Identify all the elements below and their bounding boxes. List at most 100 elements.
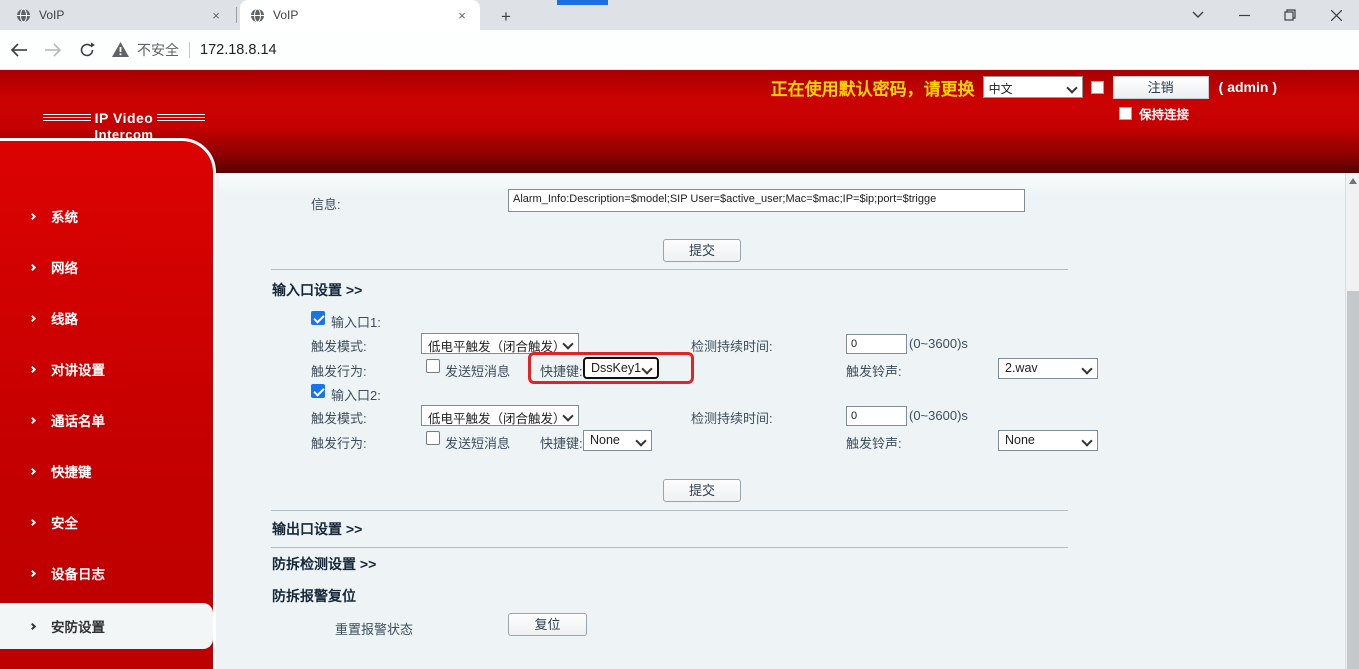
trigger-mode-label-1: 触发模式: — [311, 336, 367, 355]
keep-alive-row: 保持连接 — [1119, 104, 1189, 123]
globe-favicon-icon — [16, 8, 31, 23]
trigger-mode-select-1[interactable]: 低电平触发（闭合触发） — [421, 333, 579, 354]
keep-alive-checkbox[interactable] — [1119, 107, 1132, 120]
forward-icon[interactable] — [38, 35, 68, 65]
send-sms-checkbox-1[interactable] — [426, 359, 440, 373]
sidebar-item-call-list[interactable]: 通话名单 — [0, 405, 213, 435]
sidebar-item-label: 设备日志 — [51, 563, 105, 583]
duration-range-1: (0~3600)s — [909, 336, 968, 351]
tab-separator — [236, 7, 237, 23]
sidebar-item-label: 安全 — [51, 512, 78, 532]
chevron-right-icon — [29, 518, 36, 525]
trigger-behavior-label-2: 触发行为: — [311, 433, 367, 452]
sidebar-item-label: 线路 — [51, 308, 78, 328]
security-label[interactable]: 不安全 — [137, 40, 179, 60]
reset-button[interactable]: 复位 — [508, 613, 587, 636]
minimize-button[interactable] — [1221, 0, 1267, 30]
window-dropdown-icon[interactable] — [1175, 0, 1221, 30]
trigger-behavior-label-1: 触发行为: — [311, 361, 367, 380]
section-divider — [271, 510, 1068, 511]
globe-favicon-icon — [250, 8, 265, 23]
new-tab-button[interactable]: + — [494, 5, 518, 29]
duration-range-2: (0~3600)s — [909, 408, 968, 423]
input-port1-label: 输入口1: — [331, 312, 381, 331]
reload-icon[interactable] — [72, 35, 102, 65]
not-secure-warning-icon[interactable] — [112, 42, 129, 57]
sidebar-item-label: 快捷键 — [51, 461, 92, 481]
sidebar-item-security-settings[interactable]: 安防设置 — [0, 603, 213, 649]
window-controls — [1175, 0, 1359, 30]
logo-text-line1: IP Video — [95, 110, 154, 126]
language-select[interactable]: 中文 — [983, 76, 1083, 98]
section-divider — [271, 269, 1068, 270]
logo-text-line2: Intercom — [34, 127, 214, 142]
sidebar-item-line[interactable]: 线路 — [0, 303, 213, 333]
input-port1-checkbox[interactable] — [311, 311, 325, 325]
page-scrollbar[interactable] — [1345, 173, 1359, 669]
hotkey-select-2[interactable]: None — [583, 430, 652, 451]
sidebar-item-label: 系统 — [51, 206, 78, 226]
duration-input-1[interactable]: 0 — [846, 334, 907, 354]
tab-strip: VoIP × VoIP × + — [0, 0, 1359, 30]
duration-input-2[interactable]: 0 — [846, 406, 907, 426]
trigger-mode-select-2[interactable]: 低电平触发（闭合触发） — [421, 405, 579, 426]
header-warning-row: 正在使用默认密码，请更换 中文 注销 ( admin ) — [771, 75, 1277, 99]
duration-label-1: 检测持续时间: — [691, 336, 773, 355]
brand-logo: IP Video Intercom — [34, 110, 214, 142]
main-content: 信息: Alarm_Info:Description=$model;SIP Us… — [219, 173, 1345, 669]
hotkey-label-2: 快捷键: — [540, 433, 583, 452]
tab-title: VoIP — [39, 8, 208, 22]
sidebar-item-system[interactable]: 系统 — [0, 201, 213, 231]
tab-close-icon[interactable]: × — [454, 7, 470, 23]
logo-deco-lines — [43, 114, 91, 122]
restore-button[interactable] — [1267, 0, 1313, 30]
close-window-button[interactable] — [1313, 0, 1359, 30]
tab-close-icon[interactable]: × — [208, 7, 224, 23]
sidebar-item-network[interactable]: 网络 — [0, 252, 213, 282]
address-bar[interactable]: 不安全 172.18.8.14 — [112, 36, 277, 64]
chevron-right-icon — [29, 365, 36, 372]
scrollbar-up-arrow-icon[interactable] — [1349, 178, 1357, 184]
sidebar-item-label: 安防设置 — [51, 616, 105, 636]
send-sms-label-2: 发送短消息 — [445, 433, 510, 452]
sidebar-item-function-key[interactable]: 快捷键 — [0, 456, 213, 486]
output-port-section-title[interactable]: 输出口设置 >> — [272, 519, 362, 539]
admin-label: ( admin ) — [1219, 79, 1277, 95]
keep-alive-label: 保持连接 — [1139, 104, 1189, 123]
send-sms-checkbox-2[interactable] — [426, 431, 440, 445]
browser-toolbar: 不安全 172.18.8.14 — [0, 30, 1359, 70]
ring-label-1: 触发铃声: — [846, 361, 902, 380]
sidebar-item-label: 网络 — [51, 257, 78, 277]
submit-button-1[interactable]: 提交 — [663, 239, 741, 262]
tab-voip-2[interactable]: VoIP × — [240, 0, 480, 30]
submit-button-2[interactable]: 提交 — [663, 479, 741, 502]
sidebar-item-security[interactable]: 安全 — [0, 507, 213, 537]
section-divider — [271, 547, 1068, 548]
logout-button[interactable]: 注销 — [1113, 76, 1209, 99]
sidebar-item-device-log[interactable]: 设备日志 — [0, 558, 213, 588]
header-checkbox[interactable] — [1091, 81, 1104, 94]
url-text[interactable]: 172.18.8.14 — [200, 42, 277, 58]
reset-alarm-status-label: 重置报警状态 — [335, 619, 413, 638]
alarm-info-input[interactable]: Alarm_Info:Description=$model;SIP User=$… — [508, 189, 1025, 212]
browser-window: VoIP × VoIP × + — [0, 0, 1359, 669]
voip-admin-page: 正在使用默认密码，请更换 中文 注销 ( admin ) 保持连接 IP Vid… — [0, 70, 1359, 669]
input-port2-checkbox[interactable] — [311, 384, 325, 398]
trigger-mode-label-2: 触发模式: — [311, 408, 367, 427]
ring-select-2[interactable]: None — [998, 430, 1098, 451]
sidebar-nav: 系统 网络 线路 对讲设置 通话名单 快捷键 安全 设备日志 安防设置 — [0, 138, 216, 669]
tamper-reset-title: 防拆报警复位 — [272, 586, 356, 606]
tab-title: VoIP — [273, 8, 454, 22]
chevron-right-icon — [29, 569, 36, 576]
scrollbar-thumb[interactable] — [1347, 291, 1359, 669]
tab-voip-1[interactable]: VoIP × — [6, 0, 234, 30]
tamper-section-title[interactable]: 防拆检测设置 >> — [272, 554, 376, 574]
chevron-right-icon — [29, 622, 36, 629]
ring-label-2: 触发铃声: — [846, 433, 902, 452]
input-port-section-title[interactable]: 输入口设置 >> — [272, 280, 362, 300]
sidebar-item-label: 通话名单 — [51, 410, 105, 430]
back-icon[interactable] — [4, 35, 34, 65]
download-progress-strip — [557, 0, 608, 5]
ring-select-1[interactable]: 2.wav — [998, 358, 1098, 379]
sidebar-item-intercom-settings[interactable]: 对讲设置 — [0, 354, 213, 384]
